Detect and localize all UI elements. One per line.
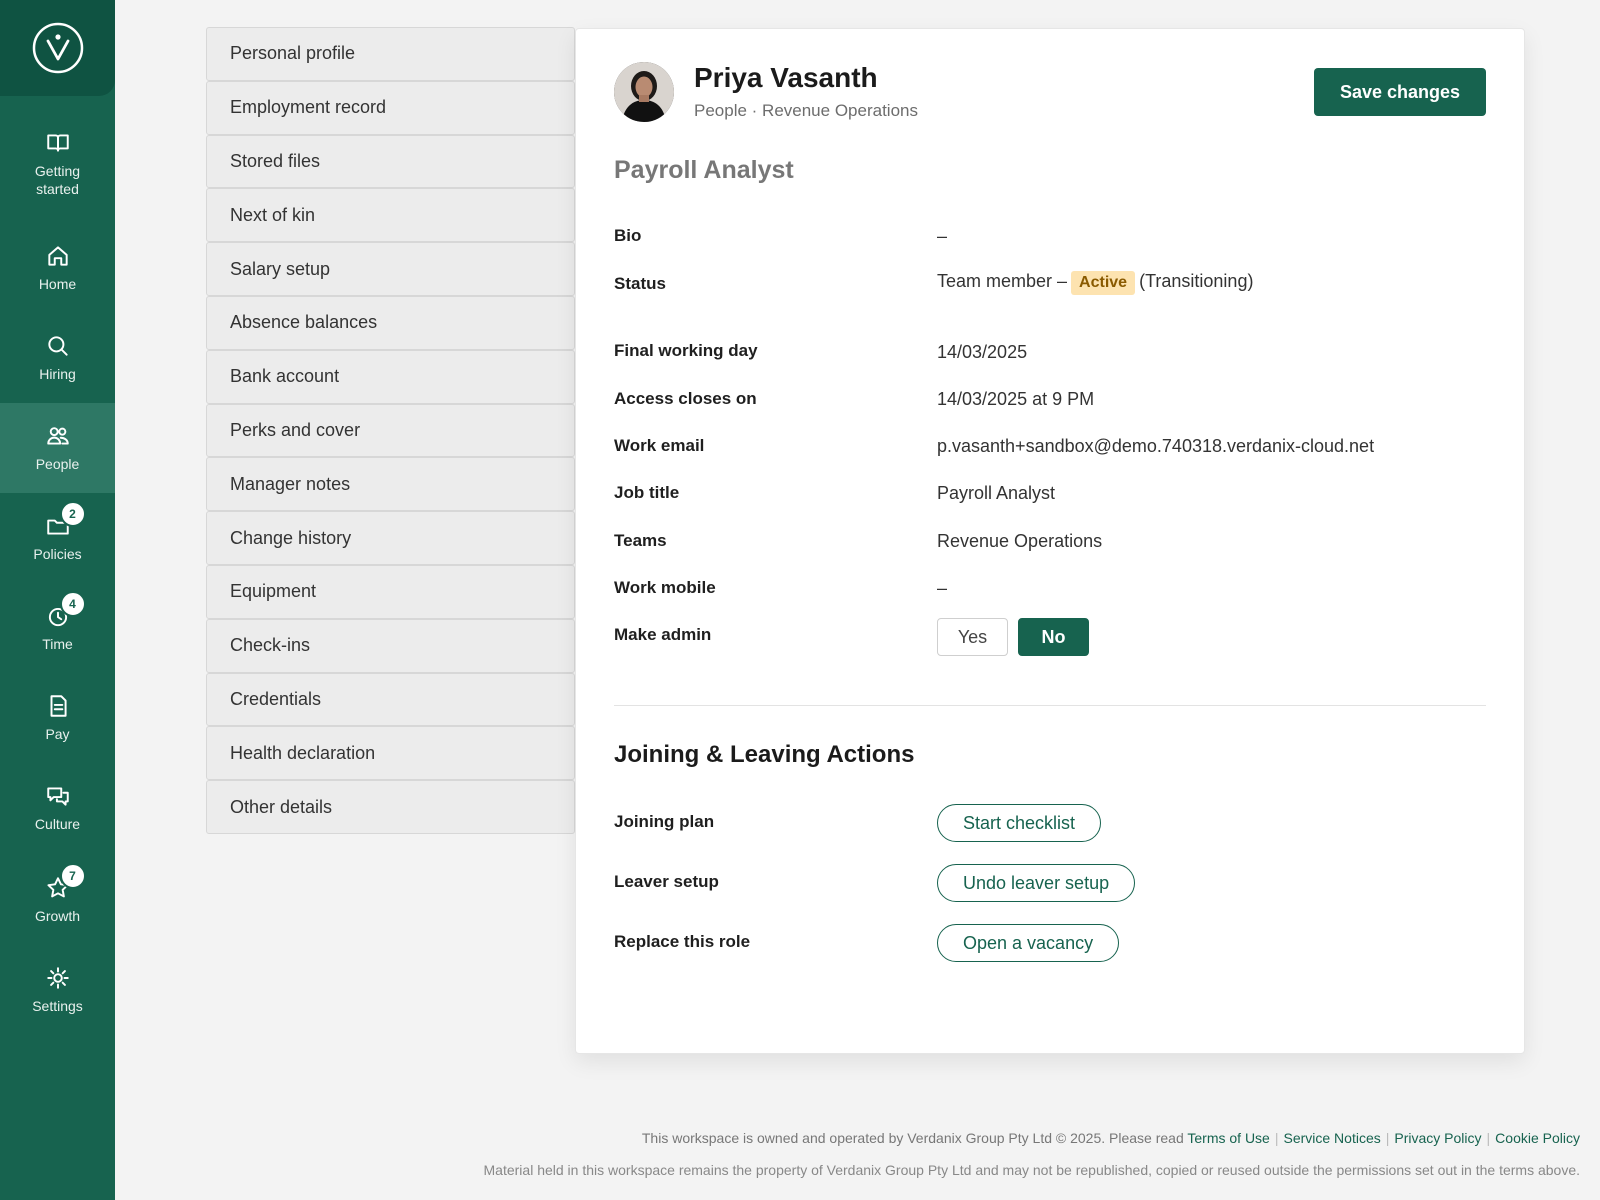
menu-item-next-of-kin[interactable]: Next of kin	[206, 188, 575, 243]
privacy-policy-link[interactable]: Privacy Policy	[1394, 1130, 1481, 1146]
access-closes-label: Access closes on	[614, 389, 757, 408]
nav-item-culture[interactable]: Culture	[0, 763, 115, 853]
work-mobile-label: Work mobile	[614, 578, 716, 597]
save-changes-button[interactable]: Save changes	[1314, 68, 1486, 116]
nav-label: Hiring	[39, 366, 76, 382]
status-value: Team member – Active (Transitioning)	[937, 271, 1253, 295]
menu-item-other-details[interactable]: Other details	[206, 780, 575, 834]
job-title-value: Payroll Analyst	[937, 483, 1056, 503]
nav-label: Pay	[45, 726, 70, 742]
teams-label: Teams	[614, 531, 667, 550]
start-checklist-button[interactable]: Start checklist	[937, 804, 1102, 842]
menu-item-equipment[interactable]: Equipment	[206, 564, 575, 619]
make-admin-yes-button[interactable]: Yes	[937, 618, 1008, 656]
nav-item-pay[interactable]: Pay	[0, 673, 115, 763]
terms-of-use-link[interactable]: Terms of Use	[1187, 1130, 1269, 1146]
nav-label: Policies	[33, 546, 82, 562]
nav-label: People	[35, 456, 80, 472]
nav-label: Growth	[34, 908, 81, 924]
final-working-day-value: 14/03/2025	[937, 342, 1028, 362]
status-badge: Active	[1071, 271, 1136, 295]
footer-separator: |	[1274, 1130, 1279, 1146]
nav-label: Time	[42, 636, 73, 652]
document-icon	[45, 693, 71, 719]
menu-item-employment-record[interactable]: Employment record	[206, 80, 575, 135]
access-closes-value: 14/03/2025 at 9 PM	[937, 389, 1095, 409]
footer-separator: |	[1486, 1130, 1491, 1146]
open-vacancy-button[interactable]: Open a vacancy	[937, 924, 1120, 962]
menu-item-check-ins[interactable]: Check-ins	[206, 618, 575, 673]
final-working-day-label: Final working day	[614, 341, 758, 360]
app-logo[interactable]	[0, 0, 115, 96]
nav-item-policies[interactable]: 2 Policies	[0, 493, 115, 583]
undo-leaver-setup-button[interactable]: Undo leaver setup	[937, 864, 1136, 902]
make-admin-label: Make admin	[614, 625, 712, 644]
menu-item-credentials[interactable]: Credentials	[206, 672, 575, 727]
gear-icon	[45, 965, 71, 991]
employee-name: Priya Vasanth	[694, 62, 878, 93]
status-suffix: (Transitioning)	[1139, 271, 1254, 291]
logo-icon	[32, 22, 83, 74]
nav-item-settings[interactable]: Settings	[0, 945, 115, 1035]
home-icon	[45, 243, 71, 269]
status-label: Status	[614, 274, 666, 293]
clock-icon: 4	[45, 591, 86, 629]
chat-icon	[45, 783, 71, 809]
work-email-value: p.vasanth+sandbox@demo.740318.verdanix-c…	[937, 436, 1375, 456]
folder-icon: 2	[45, 501, 86, 539]
bio-label: Bio	[614, 226, 642, 245]
status-prefix: Team member –	[937, 271, 1068, 291]
nav-item-time[interactable]: 4 Time	[0, 583, 115, 673]
avatar	[614, 62, 674, 122]
menu-item-change-history[interactable]: Change history	[206, 511, 575, 565]
menu-item-bank-account[interactable]: Bank account	[206, 349, 575, 404]
nav-label: Home	[38, 276, 77, 292]
search-icon	[45, 333, 71, 359]
menu-item-salary-setup[interactable]: Salary setup	[206, 242, 575, 296]
menu-item-absence-balances[interactable]: Absence balances	[206, 295, 575, 350]
nav-label: Culture	[34, 816, 81, 832]
nav-label: Settings	[32, 998, 83, 1014]
menu-item-health-declaration[interactable]: Health declaration	[206, 726, 575, 781]
work-mobile-value: –	[937, 578, 948, 598]
work-email-label: Work email	[614, 436, 705, 455]
nav-label: Getting started	[34, 163, 81, 197]
time-count-badge: 4	[59, 591, 86, 617]
nav-item-hiring[interactable]: Hiring	[0, 313, 115, 403]
bio-value: –	[937, 226, 948, 246]
menu-item-personal-profile[interactable]: Personal profile	[206, 27, 575, 81]
sidebar-nav: Getting started Home Hiring People 2 Pol…	[0, 0, 115, 1200]
menu-item-manager-notes[interactable]: Manager notes	[206, 457, 575, 512]
replace-role-label: Replace this role	[614, 932, 751, 951]
job-title-label: Job title	[614, 483, 680, 502]
people-icon	[45, 423, 71, 449]
employee-subtitle: People · Revenue Operations	[694, 101, 918, 120]
teams-value: Revenue Operations	[937, 531, 1103, 551]
role-title: Payroll Analyst	[614, 156, 794, 184]
profile-section-menu: Personal profile Employment record Store…	[206, 27, 575, 834]
section-divider	[614, 705, 1486, 706]
nav-item-getting-started[interactable]: Getting started	[0, 119, 115, 209]
make-admin-no-button[interactable]: No	[1018, 618, 1089, 656]
nav-item-growth[interactable]: 7 Growth	[0, 855, 115, 945]
footer-ownership-text: This workspace is owned and operated by …	[641, 1130, 1184, 1146]
menu-item-stored-files[interactable]: Stored files	[206, 134, 575, 189]
menu-item-perks-and-cover[interactable]: Perks and cover	[206, 403, 575, 458]
cookie-policy-link[interactable]: Cookie Policy	[1495, 1130, 1580, 1146]
nav-item-home[interactable]: Home	[0, 223, 115, 313]
policies-count-badge: 2	[59, 501, 86, 527]
footer-separator: |	[1385, 1130, 1390, 1146]
footer-legal-links: This workspace is owned and operated by …	[642, 1130, 1580, 1146]
growth-count-badge: 7	[59, 863, 86, 889]
service-notices-link[interactable]: Service Notices	[1283, 1130, 1380, 1146]
footer-copyright-text: Material held in this workspace remains …	[483, 1162, 1580, 1178]
nav-item-people[interactable]: People	[0, 403, 115, 493]
joining-plan-label: Joining plan	[614, 812, 715, 831]
star-icon: 7	[45, 863, 86, 901]
joining-leaving-title: Joining & Leaving Actions	[614, 741, 915, 768]
book-icon	[45, 130, 71, 156]
profile-card: Priya Vasanth People · Revenue Operation…	[575, 28, 1525, 1054]
leaver-setup-label: Leaver setup	[614, 872, 719, 891]
